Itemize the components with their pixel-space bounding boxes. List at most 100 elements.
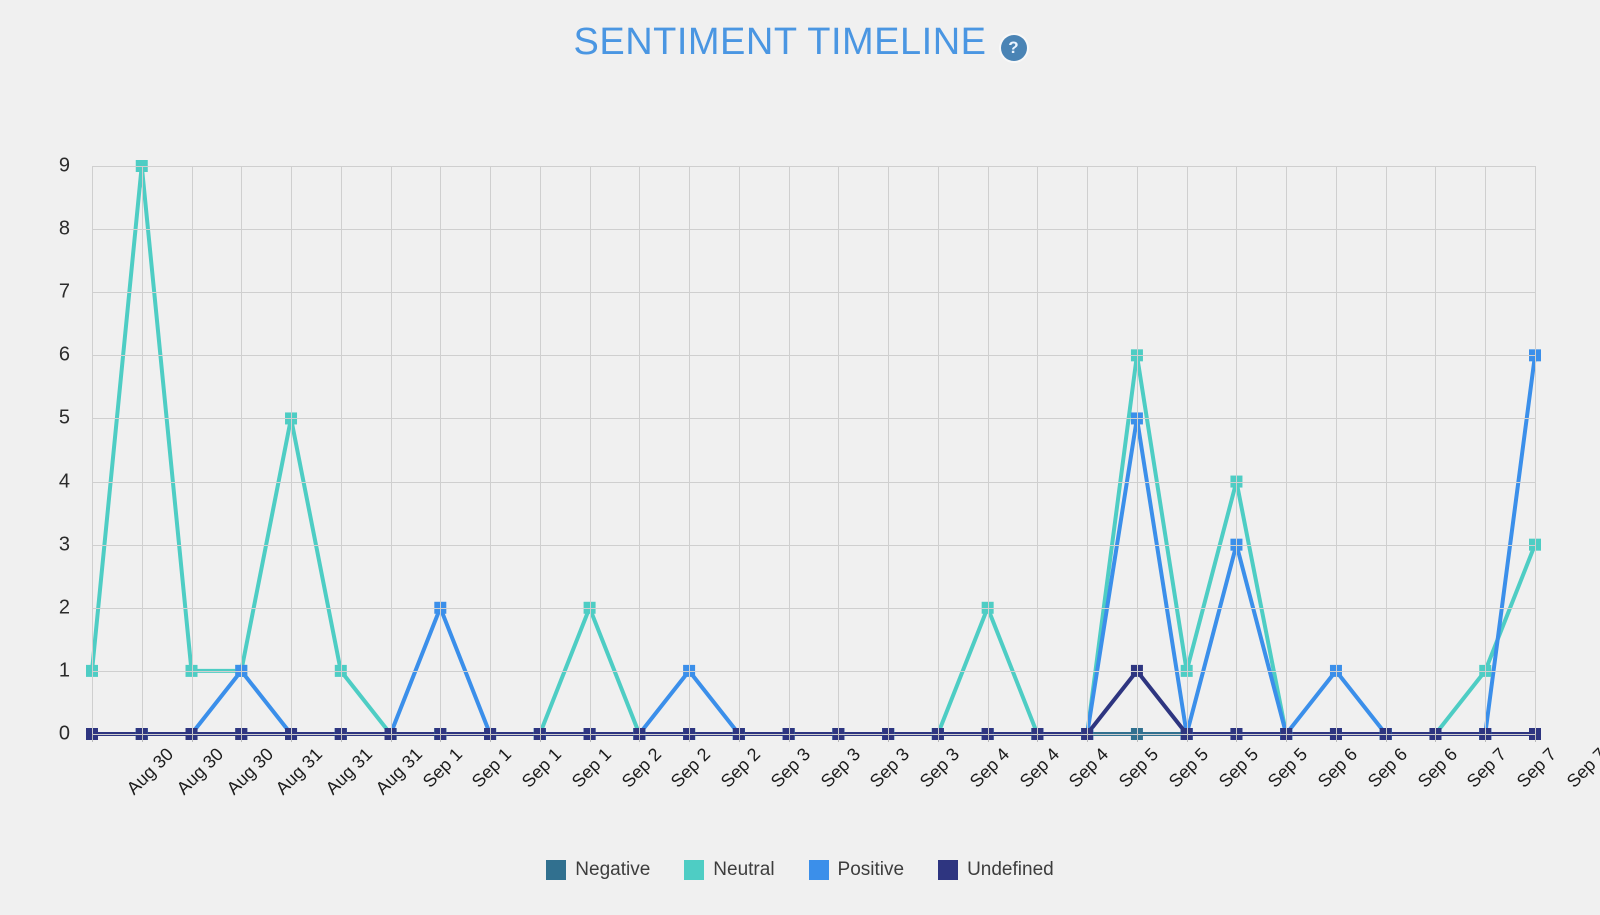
y-axis: 0 1 2 3 4 5 6 7 8 9 (0, 155, 82, 745)
x-axis-tick-label: Sep 1 (468, 744, 516, 792)
x-axis-tick (1485, 734, 1487, 742)
gridline-vertical (987, 166, 989, 734)
gridline-vertical (639, 166, 641, 734)
gridline-vertical (689, 166, 691, 734)
x-axis-tick-label: Sep 2 (617, 744, 665, 792)
gridline-vertical (1037, 166, 1039, 734)
sentiment-timeline-page: SENTIMENT TIMELINE ? 0123456789 Aug 30 Au… (0, 0, 1600, 915)
x-axis-tick (738, 734, 740, 742)
x-axis-tick-label: Aug 30 (122, 744, 178, 799)
legend-swatch-icon (938, 860, 959, 880)
x-axis-tick-label: Sep 3 (915, 744, 964, 792)
x-axis-tick-label: Sep 2 (716, 744, 765, 792)
x-axis-tick-label: Sep 5 (1114, 744, 1163, 792)
legend-item-negative[interactable]: Negative (546, 859, 650, 881)
x-axis-tick (1087, 734, 1089, 742)
x-axis-tick (92, 734, 93, 742)
chart-legend: Negative Neutral Positive Undefined (0, 850, 1600, 890)
x-axis-tick-label: Aug 31 (371, 744, 426, 799)
x-axis-tick (1186, 734, 1188, 742)
x-axis-tick-label: Sep 6 (1313, 744, 1362, 792)
x-axis-tick-label: Sep 1 (418, 744, 466, 792)
series-lines (86, 160, 1541, 740)
y-axis-tick-label: 7 (58, 280, 70, 303)
x-axis-tick (788, 734, 790, 742)
y-axis-tick-label: 1 (58, 659, 70, 682)
x-axis-tick (1236, 734, 1238, 742)
legend-swatch-icon (546, 860, 567, 880)
gridline-vertical (1485, 166, 1487, 734)
page-title: SENTIMENT TIMELINE (573, 21, 987, 63)
gridline-vertical (1535, 166, 1536, 734)
x-axis-tick-label: Sep 7 (1513, 744, 1561, 792)
gridline-horizontal (92, 670, 1535, 672)
gridline-vertical (440, 166, 442, 734)
x-axis-tick (838, 734, 840, 742)
y-axis-tick-label: 5 (58, 406, 70, 429)
x-axis-tick (340, 734, 342, 742)
y-axis-tick-label: 2 (58, 596, 70, 619)
x-axis-tick-label: Sep 3 (866, 744, 914, 792)
gridline-vertical (1186, 166, 1188, 734)
gridline-horizontal (92, 355, 1535, 357)
gridline-vertical (937, 166, 939, 734)
gridline-vertical (490, 166, 492, 734)
plot-area (86, 160, 1541, 740)
x-axis-tick (1136, 734, 1138, 742)
x-axis-tick-label: Aug 31 (271, 744, 327, 799)
x-axis-tick-label: Sep 6 (1363, 744, 1412, 792)
x-axis-tick (539, 734, 541, 742)
legend-label: Positive (837, 859, 905, 880)
y-axis-tick-label: 4 (58, 470, 70, 493)
gridline-vertical (191, 166, 193, 734)
x-axis-tick-label: Sep 1 (567, 744, 616, 792)
y-axis-tick-label: 9 (58, 154, 70, 177)
y-axis-tick-label: 8 (58, 217, 70, 240)
x-axis-tick-label: Sep 4 (1015, 744, 1063, 792)
x-axis-tick-label: Sep 6 (1413, 744, 1461, 792)
x-axis-tick (490, 734, 492, 742)
x-axis-tick (1286, 734, 1288, 742)
x-axis-tick (1385, 734, 1387, 742)
chart-header: SENTIMENT TIMELINE ? (0, 0, 1600, 85)
gridline-vertical (539, 166, 541, 734)
gridline-vertical (888, 166, 890, 734)
gridline-horizontal (92, 607, 1535, 609)
legend-swatch-icon (684, 860, 705, 880)
series-line-neutral (90, 164, 1537, 736)
gridline-horizontal (92, 418, 1535, 420)
legend-item-positive[interactable]: Positive (808, 859, 905, 881)
x-axis-tick-label: Sep 4 (965, 744, 1014, 792)
gridline-vertical (1286, 166, 1288, 734)
series-line-undefined (90, 668, 1537, 736)
x-axis-tick-label: Sep 7 (1463, 744, 1511, 792)
help-circle-icon[interactable]: ? (1000, 34, 1027, 61)
legend-item-neutral[interactable]: Neutral (684, 859, 775, 881)
gridline-vertical (390, 166, 392, 734)
gridline-horizontal (92, 544, 1535, 546)
gridline-vertical (1385, 166, 1387, 734)
x-axis-tick (390, 734, 392, 742)
gridline-horizontal (92, 292, 1535, 294)
x-axis-tick (589, 734, 591, 742)
legend-label: Neutral (713, 859, 775, 880)
x-axis-tick (937, 734, 939, 742)
x-axis-tick-label: Aug 30 (172, 744, 227, 799)
legend-item-undefined[interactable]: Undefined (938, 859, 1054, 881)
y-axis-tick-label: 3 (58, 533, 70, 556)
gridline-vertical (291, 166, 293, 734)
y-axis-tick-label: 6 (58, 343, 70, 366)
x-axis-tick-label: Sep 4 (1065, 744, 1113, 792)
gridline-vertical (241, 166, 243, 734)
x-axis-tick (1037, 734, 1039, 742)
x-axis-tick (141, 734, 143, 742)
legend-label: Negative (575, 859, 651, 880)
x-axis-tick-label: Sep 1 (517, 744, 566, 792)
gridline-horizontal (92, 229, 1535, 231)
x-axis-tick (689, 734, 691, 742)
x-axis-tick (639, 734, 641, 742)
gridline-vertical (738, 166, 740, 734)
gridline-horizontal (92, 734, 1535, 735)
legend-label: Undefined (967, 859, 1054, 880)
gridline-vertical (92, 166, 93, 734)
